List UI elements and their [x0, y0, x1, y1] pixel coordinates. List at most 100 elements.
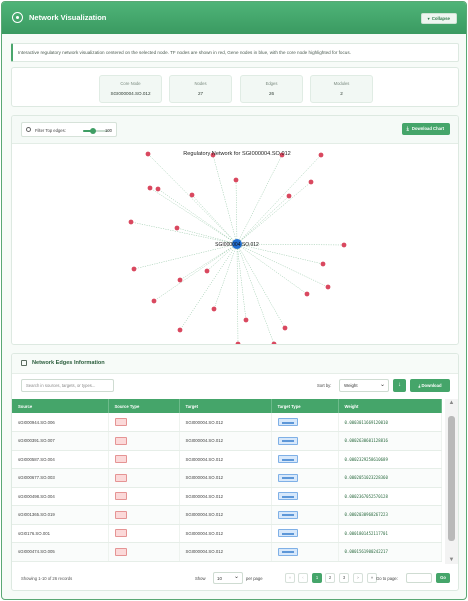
scroll-down-icon[interactable]: ▼	[447, 557, 456, 563]
tf-node[interactable]	[325, 284, 331, 290]
download-chart-button[interactable]: ⤓ Download Chart	[401, 123, 450, 135]
stat-value: 26	[268, 91, 275, 96]
page-button[interactable]: 1	[312, 573, 322, 583]
panel-header: Network Visualization ▾ Collapse	[2, 2, 466, 34]
sort-direction-button[interactable]: ↓	[393, 379, 406, 392]
table-row[interactable]: sGI000587.SO.004 SGI000004.SO.012 0.000232…	[12, 450, 442, 469]
tf-node[interactable]	[235, 341, 241, 344]
page-button[interactable]: ›	[353, 573, 363, 583]
collapse-button[interactable]: ▾ Collapse	[420, 13, 457, 24]
source-type-cell	[108, 468, 180, 488]
regulatory-edge	[147, 153, 238, 245]
filter-value: 100	[105, 128, 112, 133]
weight-value: 0.0002329258610689	[344, 456, 388, 462]
table-row[interactable]: sGI000944.SO.006 SGI000004.SO.012 0.000301…	[12, 413, 442, 432]
tf-node[interactable]	[211, 306, 217, 312]
table-row[interactable]: sGI000677.SO.003 SGI000004.SO.012 0.000205…	[12, 468, 442, 488]
column-header[interactable]: Source	[12, 399, 109, 413]
weight-cell: 0.0002030968267223	[338, 505, 442, 525]
column-header[interactable]: Weight	[338, 399, 442, 413]
regulatory-edge	[236, 154, 322, 245]
target-cell: SGI000004.SO.012	[179, 542, 272, 562]
goto-page-input[interactable]	[406, 573, 432, 583]
tf-node[interactable]	[177, 327, 183, 333]
tf-node[interactable]	[204, 268, 210, 274]
weight-value: 0.0002367052570128	[344, 493, 388, 499]
gene-type-badge	[277, 510, 298, 519]
table-row[interactable]: sGI0176.SO.001 SGI000004.SO.012 0.00018014…	[12, 524, 442, 543]
tf-node[interactable]	[189, 192, 195, 198]
scroll-up-icon[interactable]: ▲	[447, 400, 456, 406]
tf-node[interactable]	[282, 325, 288, 331]
column-header[interactable]: Target	[179, 399, 272, 413]
network-icon	[12, 12, 23, 23]
weight-value: 0.0001801452117701	[344, 530, 388, 536]
target-cell: SGI000004.SO.012	[179, 413, 272, 432]
gene-type-badge	[277, 436, 298, 445]
tf-node[interactable]	[145, 151, 151, 157]
tf-node[interactable]	[318, 152, 324, 158]
tf-type-badge	[114, 455, 127, 464]
table-row[interactable]: sGI001365.SO.019 SGI000004.SO.012 0.000203…	[12, 505, 442, 525]
table-scrollbar[interactable]: ▲ ▼	[445, 399, 458, 564]
page-button[interactable]: ‹	[298, 573, 308, 583]
regulatory-edge	[179, 243, 238, 281]
source-cell: sGI000944.SO.006	[12, 413, 109, 432]
page-button[interactable]: «	[285, 573, 295, 583]
tf-node[interactable]	[177, 277, 183, 283]
table-row[interactable]: sGI000498.SO.004 SGI000004.SO.012 0.000236…	[12, 487, 442, 506]
table-header-row: Source Source Type Target Target Type We…	[12, 399, 442, 413]
table-row[interactable]: sGI000391.SO.007 SGI000004.SO.012 0.000263…	[12, 431, 442, 451]
source-cell: sGI000677.SO.003	[12, 468, 109, 488]
download-icon: ⤓	[406, 126, 409, 132]
tf-node[interactable]	[174, 225, 180, 231]
tf-node[interactable]	[271, 341, 277, 344]
tf-node[interactable]	[128, 219, 134, 225]
tf-node[interactable]	[233, 177, 239, 183]
tf-node[interactable]	[304, 291, 310, 297]
stat-label: Modules	[333, 81, 350, 86]
tf-node[interactable]	[243, 317, 249, 323]
scroll-thumb[interactable]	[448, 416, 455, 541]
tf-node[interactable]	[151, 298, 157, 304]
gene-type-badge	[277, 455, 298, 464]
tf-node[interactable]	[320, 261, 326, 267]
tf-node[interactable]	[147, 185, 153, 191]
tf-type-badge	[114, 492, 127, 501]
edge-search-input[interactable]: Search in sources, targets, or types...	[21, 379, 114, 392]
page-button[interactable]: 2	[325, 573, 335, 583]
gene-type-badge	[277, 547, 298, 556]
regulatory-edge	[179, 243, 238, 331]
tf-node[interactable]	[308, 179, 314, 185]
tf-node[interactable]	[341, 242, 347, 248]
collapse-label: Collapse	[431, 16, 450, 21]
tf-node[interactable]	[131, 266, 137, 272]
tf-type-badge	[114, 418, 127, 426]
sort-select[interactable]: Weight ⌄	[339, 379, 389, 392]
stat-core-node: Core Node SGI000004.SO.012	[99, 75, 162, 103]
tf-node[interactable]	[286, 193, 292, 199]
regulatory-edge	[235, 179, 238, 245]
source-type-cell	[108, 505, 180, 525]
target-type-cell	[271, 431, 339, 451]
regulatory-edge	[236, 243, 308, 295]
target-type-cell	[271, 450, 339, 469]
source-cell: sGI000587.SO.004	[12, 450, 109, 469]
download-edges-button[interactable]: ⤓ Download	[410, 379, 450, 392]
target-cell: SGI000004.SO.012	[179, 450, 272, 469]
source-type-cell	[108, 542, 180, 562]
regulatory-edge	[236, 243, 275, 344]
source-type-cell	[108, 524, 180, 543]
network-graph[interactable]: Regulatory Network for SGI000004.SO.012 …	[12, 144, 458, 344]
slider-handle[interactable]	[90, 128, 97, 134]
page-button[interactable]: 3	[339, 573, 349, 583]
per-page-select[interactable]: 10 ⌄	[213, 572, 243, 584]
tf-node[interactable]	[155, 186, 161, 192]
regulatory-edge	[213, 243, 238, 310]
table-row[interactable]: sGI000474.SO.005 SGI000004.SO.012 0.000156…	[12, 542, 442, 562]
panel-title: Network Visualization	[29, 13, 107, 22]
target-type-cell	[271, 468, 339, 488]
column-header[interactable]: Source Type	[108, 399, 180, 413]
column-header[interactable]: Target Type	[271, 399, 339, 413]
go-button[interactable]: Go	[436, 573, 450, 583]
